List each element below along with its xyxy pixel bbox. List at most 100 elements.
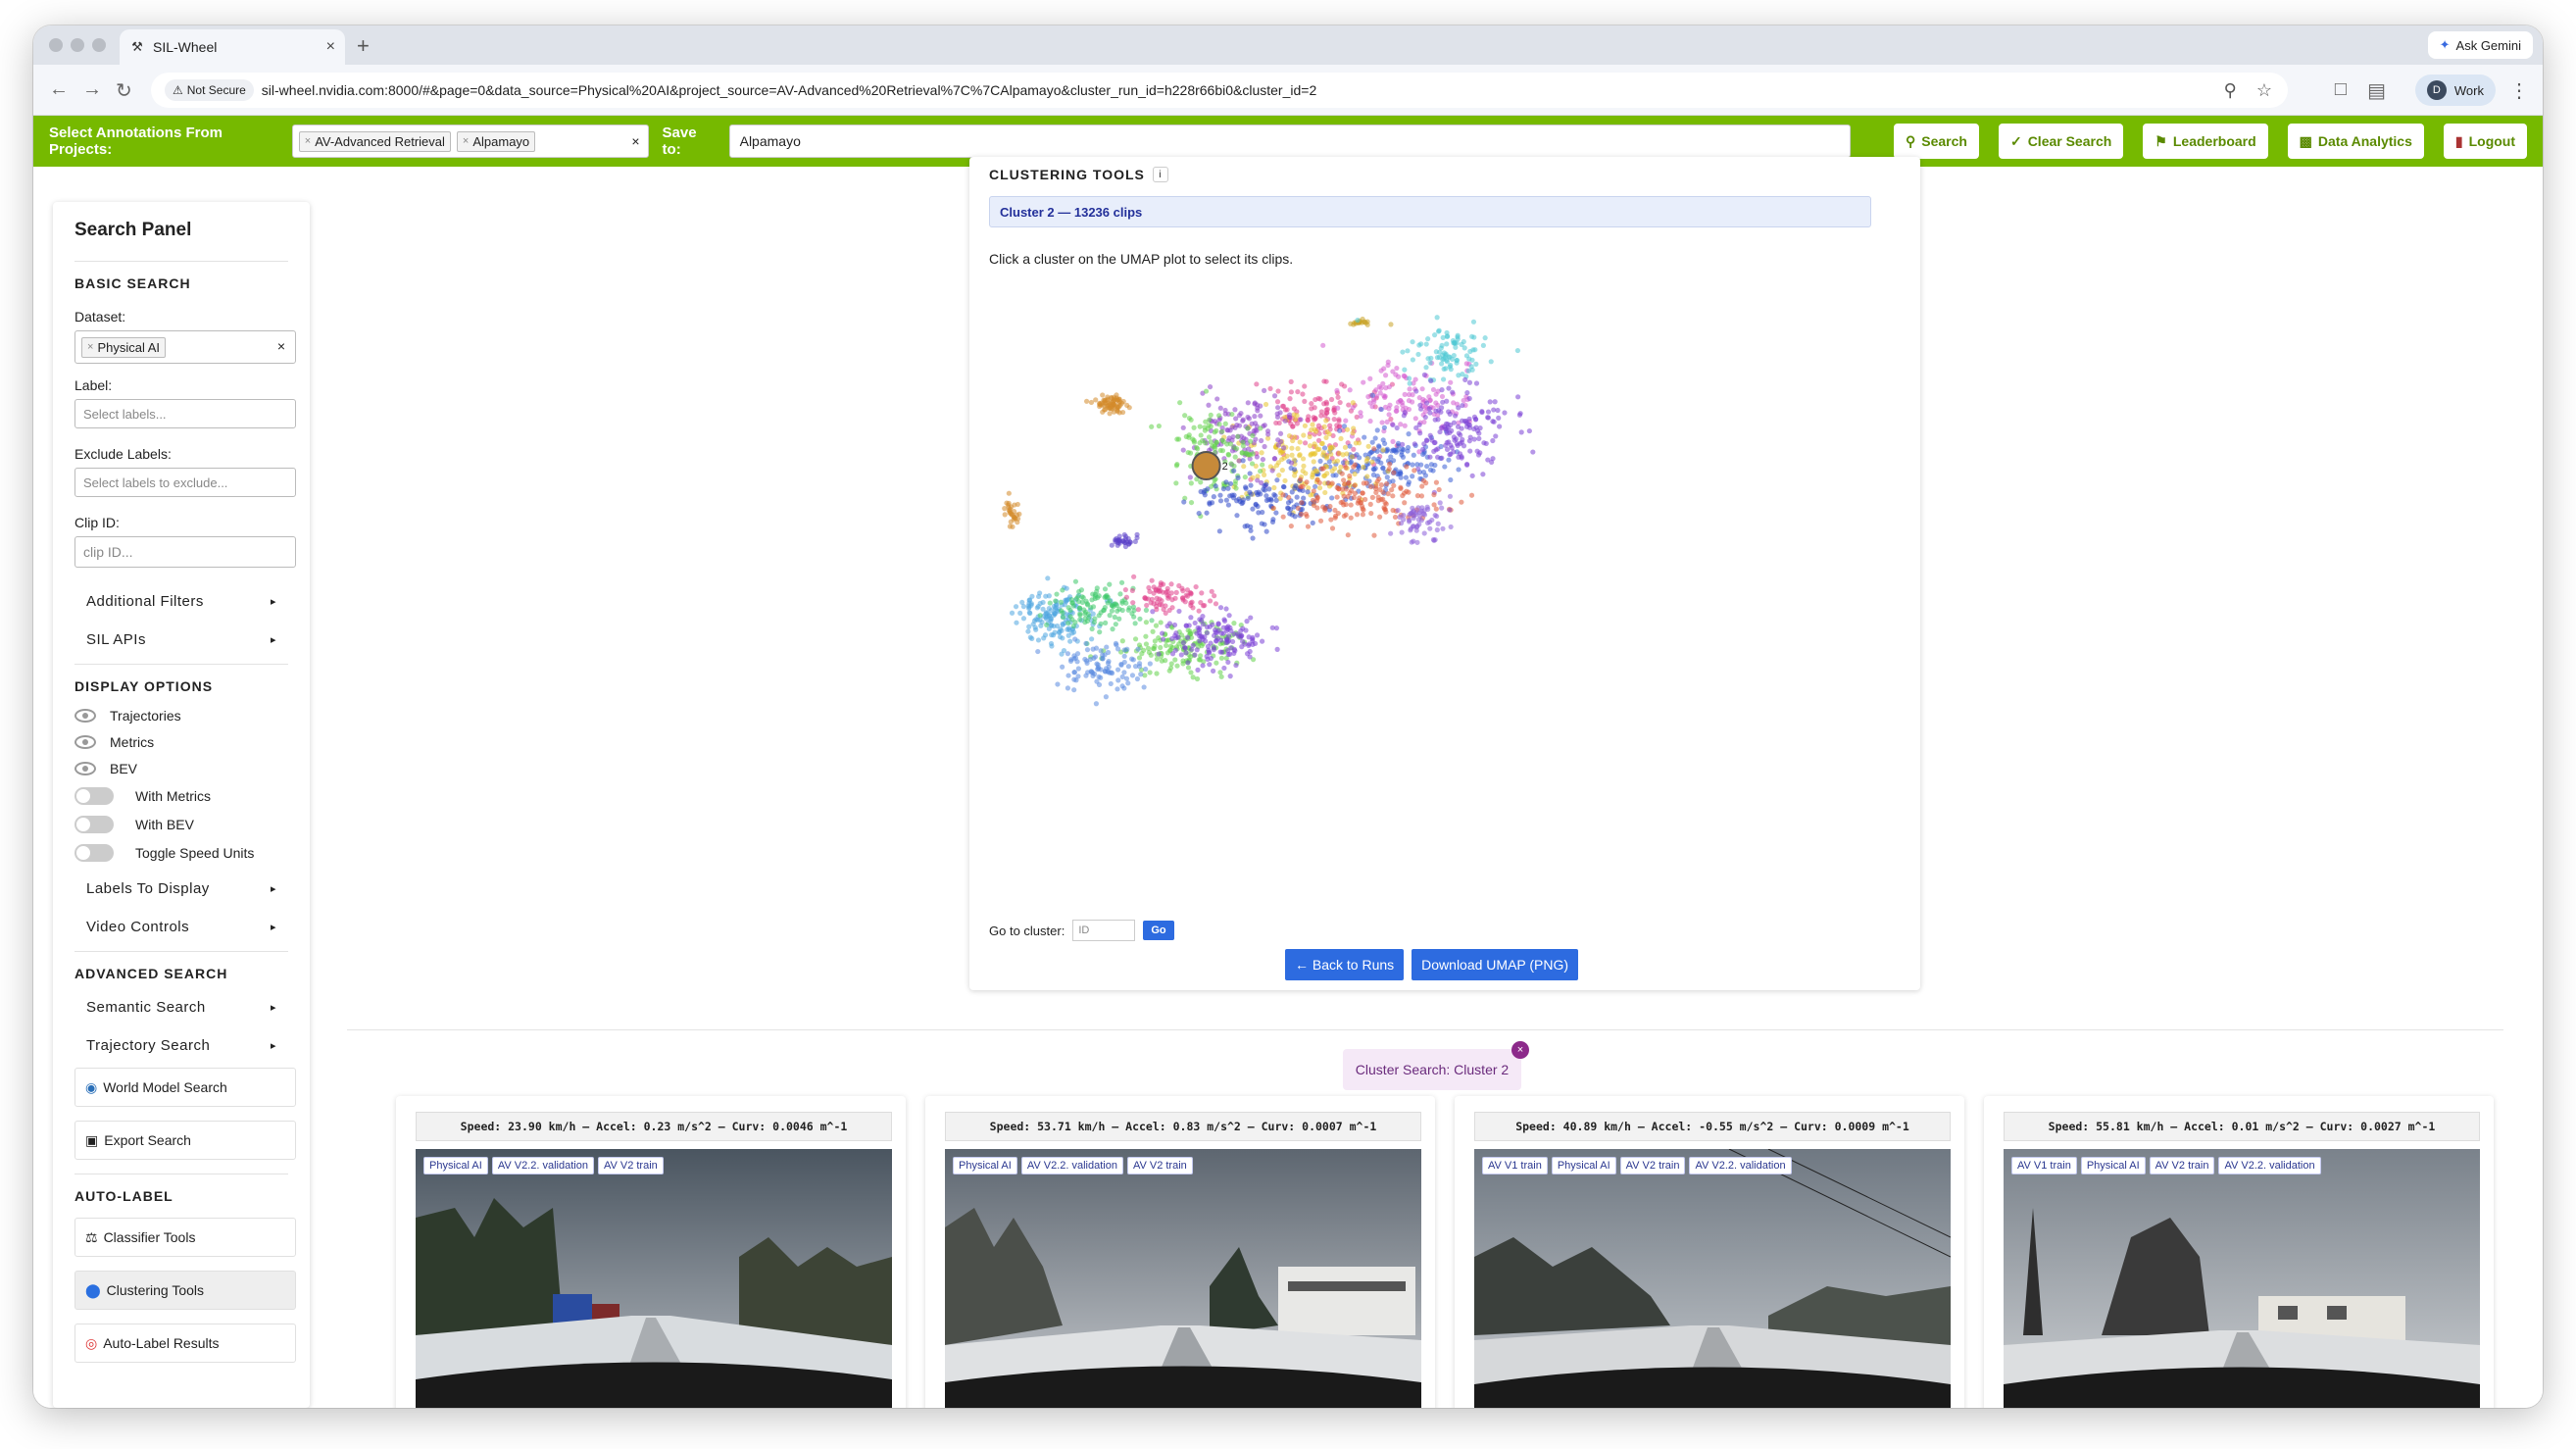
profile-button[interactable]: D Work — [2414, 75, 2496, 106]
trajectory-search-toggle[interactable]: Trajectory Search ▸ — [74, 1029, 288, 1062]
classifier-tools-button[interactable]: ⚖ Classifier Tools — [74, 1218, 296, 1257]
umap-point — [1131, 614, 1137, 620]
clustering-tools-button[interactable]: ⬤ Clustering Tools — [74, 1271, 296, 1310]
toggle-switch[interactable] — [74, 787, 114, 805]
maximize-window-button[interactable] — [92, 38, 106, 52]
reload-icon[interactable]: ↻ — [116, 78, 132, 103]
umap-point — [1055, 681, 1061, 687]
address-bar[interactable]: ⚠ Not Secure sil-wheel.nvidia.com:8000/#… — [151, 73, 2288, 108]
umap-point — [1136, 655, 1143, 661]
forward-arrow-icon[interactable]: → — [82, 78, 102, 101]
bev-option[interactable]: BEV — [74, 761, 288, 776]
dataset-chip[interactable]: × Physical AI — [81, 336, 167, 358]
projects-multiselect[interactable]: × AV-Advanced Retrieval × Alpamayo × — [291, 125, 649, 158]
clip-thumbnail[interactable]: Physical AI AV V2.2. validation AV V2 tr… — [945, 1149, 1421, 1408]
label-select[interactable]: Select labels... — [74, 399, 296, 428]
speed-units-toggle[interactable]: Toggle Speed Units — [74, 844, 288, 862]
additional-filters-toggle[interactable]: Additional Filters ▸ — [74, 585, 288, 618]
remove-chip-icon[interactable]: × — [305, 135, 311, 147]
video-controls-toggle[interactable]: Video Controls ▸ — [74, 911, 288, 943]
umap-point — [1305, 489, 1311, 495]
bookmark-star-icon[interactable]: ☆ — [2256, 80, 2272, 101]
browser-menu-icon[interactable]: ⋮ — [2509, 78, 2529, 103]
goto-cluster-button[interactable]: Go — [1143, 921, 1174, 940]
umap-point — [1343, 465, 1349, 471]
remove-chip-icon[interactable]: × — [87, 341, 93, 353]
clip-thumbnail[interactable]: AV V1 train Physical AI AV V2 train AV V… — [2004, 1149, 2480, 1408]
data-analytics-button[interactable]: ▩ Data Analytics — [2287, 124, 2424, 159]
ask-gemini-button[interactable]: ✦ Ask Gemini — [2427, 31, 2533, 59]
minimize-window-button[interactable] — [71, 38, 84, 52]
toggle-switch[interactable] — [74, 844, 114, 862]
umap-point — [1240, 458, 1246, 464]
umap-point — [1135, 607, 1141, 613]
with-metrics-toggle[interactable]: With Metrics — [74, 787, 288, 805]
umap-point — [1265, 431, 1271, 437]
download-umap-button[interactable]: Download UMAP (PNG) — [1412, 949, 1579, 980]
umap-point — [1233, 416, 1239, 422]
zoom-icon[interactable]: ⚲ — [2224, 80, 2237, 101]
search-button[interactable]: ⚲ Search — [1893, 124, 1979, 159]
clear-projects-icon[interactable]: × — [631, 133, 639, 149]
clip-card[interactable]: Speed: 40.89 km/h – Accel: -0.55 m/s^2 –… — [1455, 1096, 1964, 1408]
clear-dataset-icon[interactable]: × — [277, 338, 285, 354]
umap-point — [1166, 607, 1172, 614]
remove-chip-icon[interactable]: × — [463, 135, 469, 147]
sil-apis-toggle[interactable]: SIL APIs ▸ — [74, 624, 288, 656]
security-indicator[interactable]: ⚠ Not Secure — [165, 79, 254, 101]
info-icon[interactable]: i — [1152, 167, 1168, 182]
extensions-icon[interactable]: □ — [2335, 78, 2347, 101]
close-window-button[interactable] — [49, 38, 63, 52]
clear-search-button[interactable]: ✓ Clear Search — [1998, 124, 2124, 159]
back-arrow-icon[interactable]: ← — [49, 78, 69, 101]
clip-thumbnail[interactable]: Physical AI AV V2.2. validation AV V2 tr… — [416, 1149, 892, 1408]
umap-point — [1053, 605, 1059, 611]
leaderboard-button[interactable]: ⚑ Leaderboard — [2143, 124, 2268, 159]
umap-point — [1490, 437, 1496, 444]
project-chip[interactable]: × AV-Advanced Retrieval — [298, 130, 451, 152]
metrics-option[interactable]: Metrics — [74, 734, 288, 750]
semantic-search-toggle[interactable]: Semantic Search ▸ — [74, 991, 288, 1024]
project-chip[interactable]: × Alpamayo — [456, 130, 536, 152]
with-bev-toggle[interactable]: With BEV — [74, 816, 288, 833]
umap-point — [1100, 656, 1106, 662]
umap-point — [1158, 620, 1164, 625]
umap-point — [1035, 593, 1042, 600]
clip-card[interactable]: Speed: 55.81 km/h – Accel: 0.01 m/s^2 – … — [1984, 1096, 2494, 1408]
umap-point — [1447, 364, 1453, 370]
umap-point — [1349, 454, 1355, 460]
toggle-switch[interactable] — [74, 816, 114, 833]
umap-plot[interactable]: 2 — [989, 284, 1871, 892]
umap-point — [1121, 670, 1127, 675]
umap-point — [1115, 686, 1120, 692]
trajectories-option[interactable]: Trajectories — [74, 708, 288, 724]
clip-card[interactable]: Speed: 23.90 km/h – Accel: 0.23 m/s^2 – … — [396, 1096, 906, 1408]
new-tab-button[interactable]: + — [357, 33, 370, 59]
umap-point — [1311, 502, 1317, 509]
exclude-labels-select[interactable]: Select labels to exclude... — [74, 468, 296, 497]
auto-label-results-button[interactable]: ◎ Auto-Label Results — [74, 1324, 296, 1363]
save-to-input[interactable]: Alpamayo — [728, 125, 1851, 158]
labels-to-display-toggle[interactable]: Labels To Display ▸ — [74, 873, 288, 905]
umap-point — [1383, 509, 1389, 515]
umap-point — [1214, 660, 1219, 666]
umap-point — [1381, 425, 1387, 430]
clip-thumbnail[interactable]: AV V1 train Physical AI AV V2 train AV V… — [1474, 1149, 1951, 1408]
clip-card[interactable]: Speed: 53.71 km/h – Accel: 0.83 m/s^2 – … — [925, 1096, 1435, 1408]
close-tab-icon[interactable]: × — [326, 38, 335, 56]
side-panel-icon[interactable]: ▤ — [2367, 78, 2386, 103]
cluster-search-chip[interactable]: Cluster Search: Cluster 2 × — [1343, 1041, 1529, 1090]
umap-point — [1218, 674, 1224, 679]
logout-button[interactable]: ▮ Logout — [2443, 124, 2528, 159]
selected-cluster-marker[interactable]: 2 — [1191, 451, 1228, 480]
world-model-search-button[interactable]: ◉ World Model Search — [74, 1068, 296, 1107]
browser-tab[interactable]: ⚒ SIL-Wheel × — [120, 29, 345, 65]
back-to-runs-button[interactable]: ← Back to Runs — [1285, 949, 1405, 980]
goto-cluster-input[interactable]: ID — [1072, 920, 1136, 941]
selected-cluster-circle[interactable] — [1191, 451, 1221, 480]
umap-point — [1460, 372, 1465, 377]
close-icon[interactable]: × — [1511, 1041, 1529, 1059]
clip-id-input[interactable]: clip ID... — [74, 536, 296, 568]
dataset-select[interactable]: × Physical AI × — [74, 330, 296, 364]
export-search-button[interactable]: ▣ Export Search — [74, 1121, 296, 1160]
